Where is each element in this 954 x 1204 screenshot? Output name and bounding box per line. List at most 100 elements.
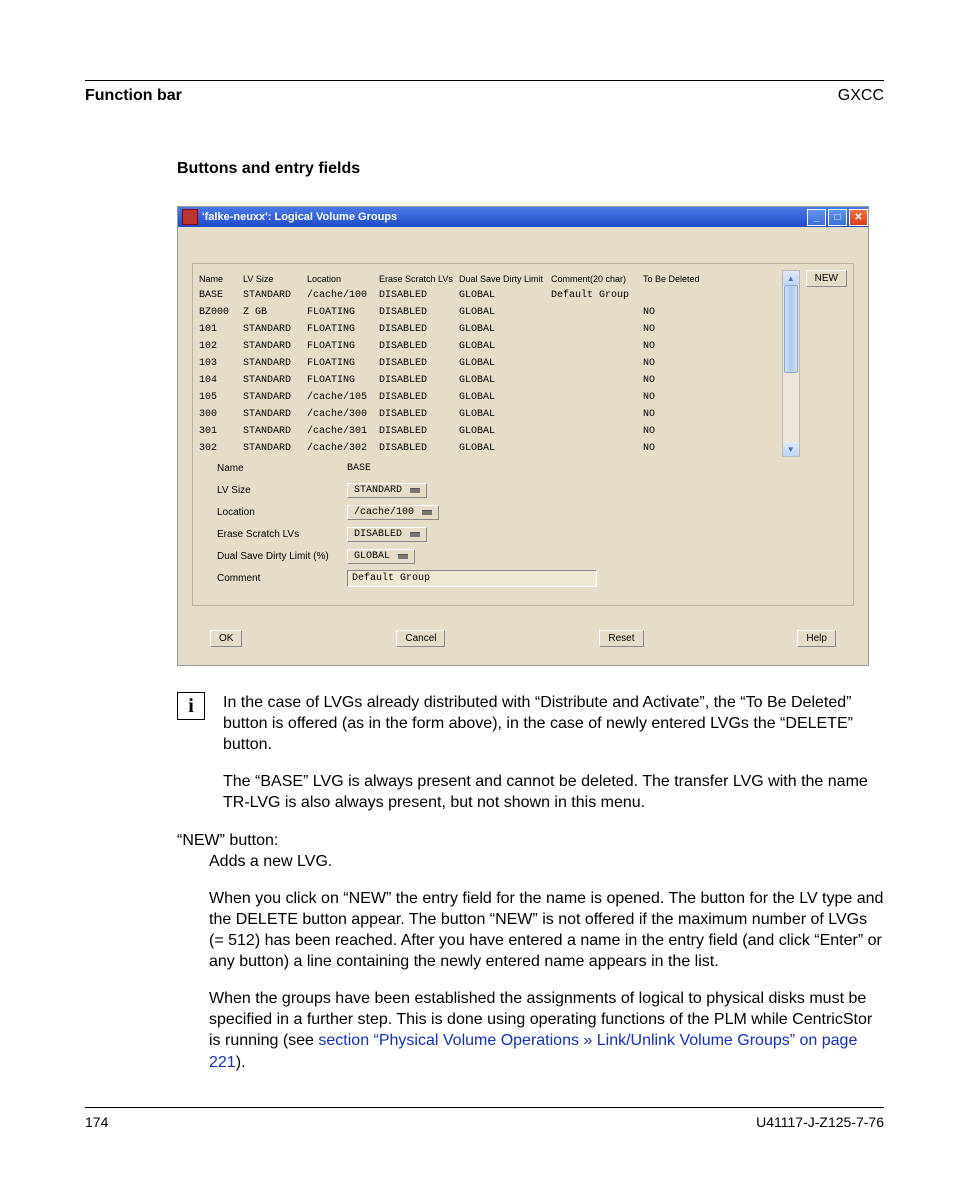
cell-dual: GLOBAL	[459, 443, 551, 454]
table-row[interactable]: 104STANDARDFLOATINGDISABLEDGLOBALNO	[199, 372, 782, 389]
col-dual: Dual Save Dirty Limit	[459, 274, 551, 284]
cell-dual: GLOBAL	[459, 341, 551, 352]
cell-del: NO	[643, 392, 705, 403]
cell-loc: FLOATING	[307, 358, 379, 369]
cell-lvsize: STANDARD	[243, 409, 307, 420]
cell-loc: /cache/301	[307, 426, 379, 437]
location-dropdown[interactable]: /cache/100	[347, 505, 439, 520]
erase-value: DISABLED	[354, 529, 402, 540]
cell-lvsize: STANDARD	[243, 426, 307, 437]
cell-del: NO	[643, 341, 705, 352]
window-titlebar[interactable]: 'falke-neuxx': Logical Volume Groups _ □…	[178, 207, 868, 227]
header-left: Function bar	[85, 87, 182, 105]
cell-erase: DISABLED	[379, 375, 459, 386]
header-right: GXCC	[838, 87, 884, 105]
new-para-3: When the groups have been established th…	[209, 988, 884, 1072]
col-comment: Comment(20 char)	[551, 274, 643, 284]
ok-button[interactable]: OK	[210, 630, 242, 647]
cell-erase: DISABLED	[379, 324, 459, 335]
close-button[interactable]: ✕	[849, 209, 868, 226]
table-row[interactable]: 301STANDARD/cache/301DISABLEDGLOBALNO	[199, 423, 782, 440]
cell-lvsize: STANDARD	[243, 443, 307, 454]
table-row[interactable]: 300STANDARD/cache/300DISABLEDGLOBALNO	[199, 406, 782, 423]
cell-dual: GLOBAL	[459, 290, 551, 301]
cell-lvsize: STANDARD	[243, 290, 307, 301]
cell-loc: FLOATING	[307, 341, 379, 352]
cell-name: 104	[199, 375, 243, 386]
cell-loc: /cache/100	[307, 290, 379, 301]
label-lvsize: LV Size	[199, 485, 347, 496]
new-button-label: “NEW” button:	[177, 832, 278, 849]
cell-name: 105	[199, 392, 243, 403]
cell-del: NO	[643, 358, 705, 369]
dropdown-icon	[398, 554, 408, 559]
cell-name: 103	[199, 358, 243, 369]
cell-name: 301	[199, 426, 243, 437]
cell-loc: /cache/105	[307, 392, 379, 403]
erase-dropdown[interactable]: DISABLED	[347, 527, 427, 542]
label-erase: Erase Scratch LVs	[199, 529, 347, 540]
info-icon: i	[177, 692, 205, 720]
cell-erase: DISABLED	[379, 426, 459, 437]
value-name: BASE	[347, 463, 371, 474]
minimize-button[interactable]: _	[807, 209, 826, 226]
cell-loc: FLOATING	[307, 375, 379, 386]
help-button[interactable]: Help	[797, 630, 836, 647]
table-row[interactable]: 302STANDARD/cache/302DISABLEDGLOBALNO	[199, 440, 782, 457]
reset-button[interactable]: Reset	[599, 630, 643, 647]
cell-erase: DISABLED	[379, 290, 459, 301]
table-row[interactable]: 101STANDARDFLOATINGDISABLEDGLOBALNO	[199, 321, 782, 338]
cell-dual: GLOBAL	[459, 409, 551, 420]
comment-input[interactable]: Default Group	[347, 570, 597, 587]
cell-lvsize: STANDARD	[243, 358, 307, 369]
cell-lvsize: Z GB	[243, 307, 307, 318]
lvsize-dropdown[interactable]: STANDARD	[347, 483, 427, 498]
col-loc: Location	[307, 274, 379, 284]
dropdown-icon	[410, 532, 420, 537]
cell-erase: DISABLED	[379, 307, 459, 318]
maximize-button[interactable]: □	[828, 209, 847, 226]
scroll-thumb[interactable]	[784, 285, 798, 373]
table-row[interactable]: 102STANDARDFLOATINGDISABLEDGLOBALNO	[199, 338, 782, 355]
doc-id: U41117-J-Z125-7-76	[756, 1114, 884, 1130]
page-number: 174	[85, 1114, 108, 1130]
window-title: 'falke-neuxx': Logical Volume Groups	[202, 211, 397, 223]
lvsize-value: STANDARD	[354, 485, 402, 496]
label-dual: Dual Save Dirty Limit (%)	[199, 551, 347, 562]
cell-loc: FLOATING	[307, 324, 379, 335]
new-button[interactable]: NEW	[806, 270, 847, 287]
cell-erase: DISABLED	[379, 392, 459, 403]
app-icon	[182, 209, 198, 225]
cell-dual: GLOBAL	[459, 324, 551, 335]
scrollbar[interactable]: ▲ ▼	[782, 270, 800, 457]
scroll-down-icon[interactable]: ▼	[783, 442, 799, 456]
scroll-up-icon[interactable]: ▲	[783, 271, 799, 285]
dropdown-icon	[410, 488, 420, 493]
dual-dropdown[interactable]: GLOBAL	[347, 549, 415, 564]
info-para-1: In the case of LVGs already distributed …	[223, 692, 884, 755]
cell-name: 101	[199, 324, 243, 335]
screenshot-window: 'falke-neuxx': Logical Volume Groups _ □…	[177, 206, 869, 666]
cell-lvsize: STANDARD	[243, 375, 307, 386]
cancel-button[interactable]: Cancel	[396, 630, 445, 647]
cell-lvsize: STANDARD	[243, 392, 307, 403]
col-delete: To Be Deleted	[643, 274, 705, 284]
cell-loc: /cache/300	[307, 409, 379, 420]
dual-value: GLOBAL	[354, 551, 390, 562]
cell-del: NO	[643, 375, 705, 386]
cell-comment: Default Group	[551, 290, 643, 301]
table-row[interactable]: BASESTANDARD/cache/100DISABLEDGLOBALDefa…	[199, 287, 782, 304]
cell-name: BASE	[199, 290, 243, 301]
table-header-row: Name LV Size Location Erase Scratch LVs …	[199, 270, 782, 287]
cell-loc: /cache/302	[307, 443, 379, 454]
table-row[interactable]: 105STANDARD/cache/105DISABLEDGLOBALNO	[199, 389, 782, 406]
col-erase: Erase Scratch LVs	[379, 274, 459, 284]
location-value: /cache/100	[354, 507, 414, 518]
cell-dual: GLOBAL	[459, 307, 551, 318]
cell-del: NO	[643, 409, 705, 420]
cell-erase: DISABLED	[379, 409, 459, 420]
cell-dual: GLOBAL	[459, 426, 551, 437]
table-row[interactable]: BZ000Z GBFLOATINGDISABLEDGLOBALNO	[199, 304, 782, 321]
cell-erase: DISABLED	[379, 358, 459, 369]
table-row[interactable]: 103STANDARDFLOATINGDISABLEDGLOBALNO	[199, 355, 782, 372]
